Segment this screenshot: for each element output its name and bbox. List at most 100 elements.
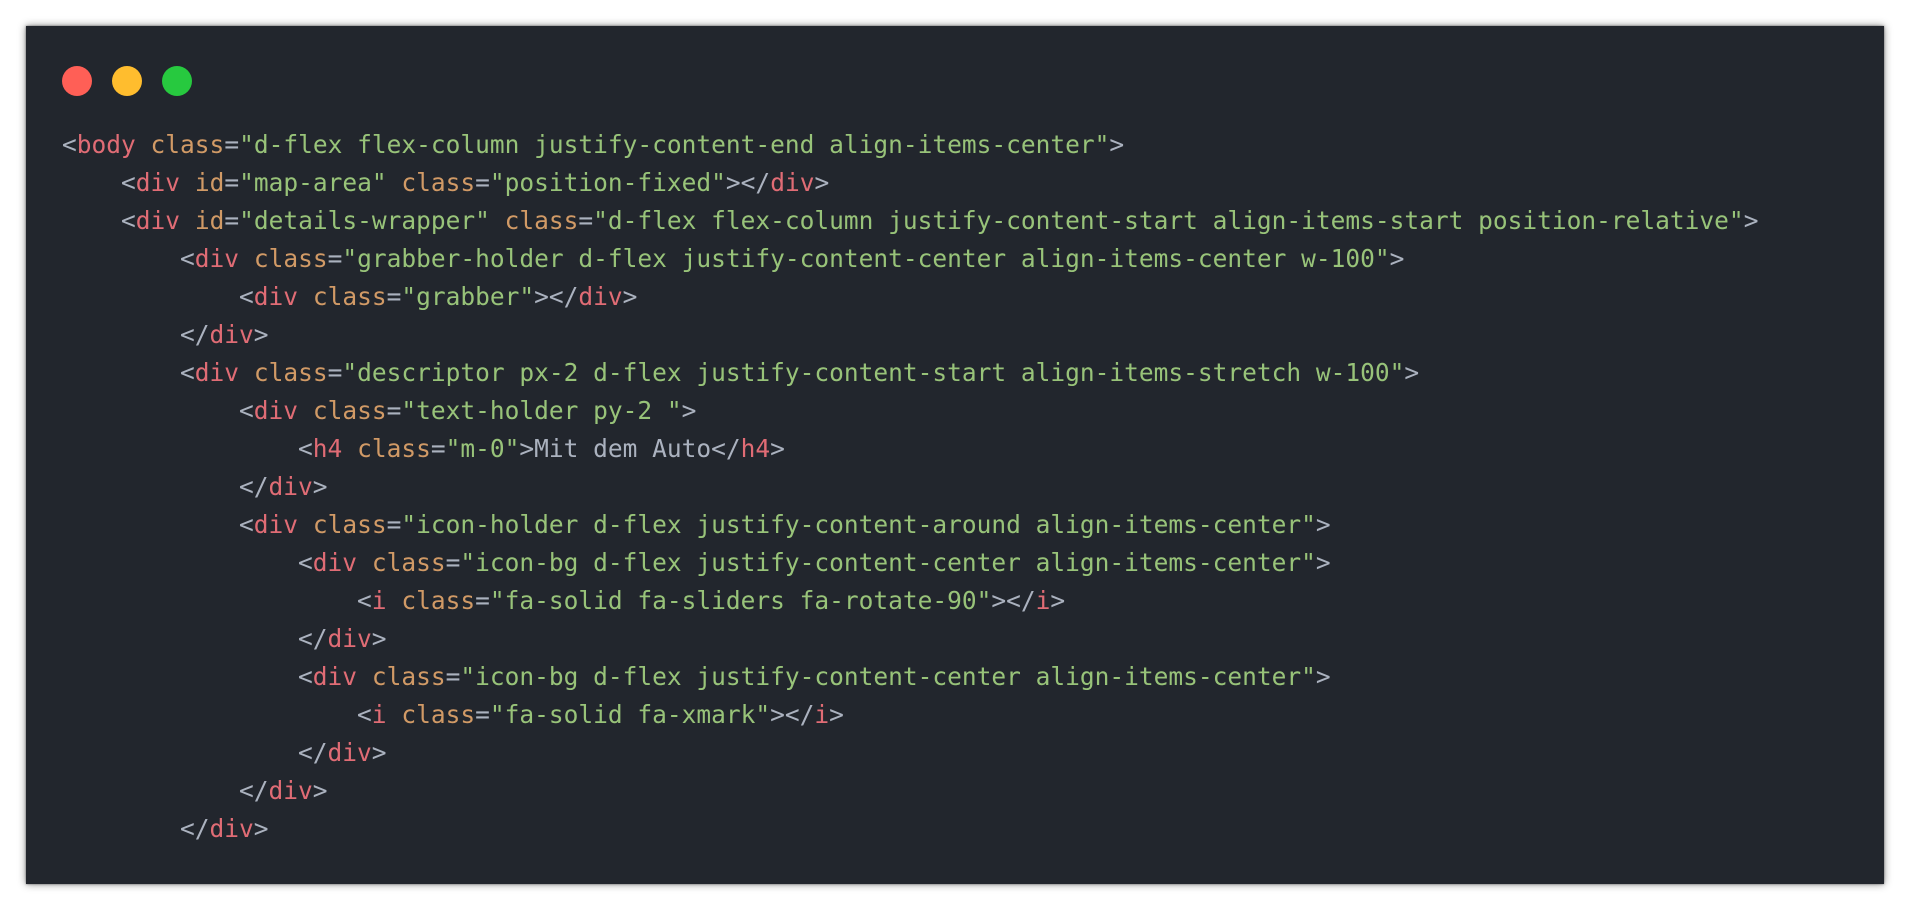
code-line: <div class="icon-bg d-flex justify-conte…: [62, 544, 1874, 582]
code-punctuation: =: [445, 662, 461, 691]
code-punctuation: <: [180, 244, 195, 273]
code-tag-name: div: [268, 776, 313, 805]
code-line: <div class="grabber-holder d-flex justif…: [62, 240, 1874, 278]
code-punctuation: [387, 586, 402, 615]
code-punctuation: <: [239, 396, 254, 425]
code-punctuation: >: [371, 738, 387, 767]
code-punctuation: <: [121, 168, 136, 197]
code-punctuation: [387, 700, 402, 729]
code-tag-name: i: [1035, 586, 1051, 615]
code-punctuation: [357, 662, 372, 691]
code-tag-name: div: [327, 624, 372, 653]
code-string: "position-fixed": [489, 168, 726, 197]
code-attribute: class: [150, 130, 225, 159]
code-punctuation: [180, 206, 195, 235]
code-punctuation: =: [327, 244, 343, 273]
code-string: "descriptor px-2 d-flex justify-content-…: [342, 358, 1405, 387]
code-punctuation: </: [239, 776, 269, 805]
code-punctuation: <: [298, 548, 313, 577]
code-tag-name: h4: [312, 434, 343, 463]
code-line: <i class="fa-solid fa-sliders fa-rotate-…: [62, 582, 1874, 620]
zoom-dot-icon[interactable]: [162, 66, 192, 96]
code-punctuation: </: [180, 814, 210, 843]
code-punctuation: =: [475, 586, 490, 615]
code-tag-name: div: [209, 814, 254, 843]
code-punctuation: [357, 548, 372, 577]
code-punctuation: <: [239, 510, 254, 539]
code-punctuation: >: [681, 396, 697, 425]
code-line: </div>: [62, 810, 1874, 848]
code-tag-name: h4: [740, 434, 771, 463]
code-string: "text-holder py-2 ": [401, 396, 682, 425]
code-attribute: id: [194, 206, 225, 235]
code-tag-name: div: [253, 396, 299, 425]
code-string: "d-flex flex-column justify-content-end …: [239, 130, 1110, 159]
code-tag-name: i: [371, 586, 387, 615]
code-tag-name: div: [253, 510, 299, 539]
code-string: "icon-bg d-flex justify-content-center a…: [460, 662, 1316, 691]
code-punctuation: >: [1315, 662, 1331, 691]
code-tag-name: i: [371, 700, 387, 729]
code-attribute: class: [312, 396, 387, 425]
code-punctuation: <: [298, 434, 313, 463]
code-string: "grabber-holder d-flex justify-content-c…: [342, 244, 1390, 273]
code-line: <div class="descriptor px-2 d-flex justi…: [62, 354, 1874, 392]
code-punctuation: </: [298, 624, 328, 653]
code-punctuation: <: [121, 206, 136, 235]
code-attribute: class: [401, 586, 476, 615]
code-punctuation: >: [1050, 586, 1066, 615]
code-punctuation: =: [386, 282, 402, 311]
close-dot-icon[interactable]: [62, 66, 92, 96]
code-tag-name: div: [194, 358, 240, 387]
code-punctuation: [298, 282, 313, 311]
code-punctuation: =: [224, 206, 240, 235]
code-punctuation: </: [239, 472, 269, 501]
code-tag-name: div: [312, 662, 358, 691]
code-tag-name: div: [194, 244, 240, 273]
code-punctuation: [239, 244, 254, 273]
code-attribute: class: [253, 358, 328, 387]
code-punctuation: [239, 358, 254, 387]
code-text: Mit dem Auto: [534, 434, 712, 463]
code-punctuation: <: [357, 700, 372, 729]
code-punctuation: =: [475, 700, 490, 729]
code-punctuation: >: [1315, 510, 1331, 539]
code-punctuation: </: [298, 738, 328, 767]
code-line: </div>: [62, 468, 1874, 506]
code-line: <div class="icon-bg d-flex justify-conte…: [62, 658, 1874, 696]
code-punctuation: >: [1743, 206, 1759, 235]
code-attribute: class: [312, 282, 387, 311]
code-block: <body class="d-flex flex-column justify-…: [62, 126, 1874, 848]
code-tag-name: div: [770, 168, 815, 197]
code-line: <div id="map-area" class="position-fixed…: [62, 164, 1874, 202]
code-punctuation: >: [519, 434, 535, 463]
minimize-dot-icon[interactable]: [112, 66, 142, 96]
code-punctuation: [298, 510, 313, 539]
code-attribute: class: [371, 548, 446, 577]
code-punctuation: ></: [991, 586, 1036, 615]
code-punctuation: [298, 396, 313, 425]
code-line: <div class="grabber"></div>: [62, 278, 1874, 316]
code-punctuation: <: [62, 130, 77, 159]
code-string: "icon-bg d-flex justify-content-center a…: [460, 548, 1316, 577]
code-line: <div id="details-wrapper" class="d-flex …: [62, 202, 1874, 240]
code-punctuation: ></: [770, 700, 815, 729]
code-punctuation: >: [312, 776, 328, 805]
code-tag-name: div: [327, 738, 372, 767]
code-line: </div>: [62, 734, 1874, 772]
code-punctuation: [387, 168, 402, 197]
code-punctuation: =: [386, 396, 402, 425]
code-punctuation: [490, 206, 505, 235]
code-line: </div>: [62, 772, 1874, 810]
code-string: "d-flex flex-column justify-content-star…: [593, 206, 1744, 235]
code-attribute: class: [371, 662, 446, 691]
code-punctuation: =: [224, 168, 240, 197]
